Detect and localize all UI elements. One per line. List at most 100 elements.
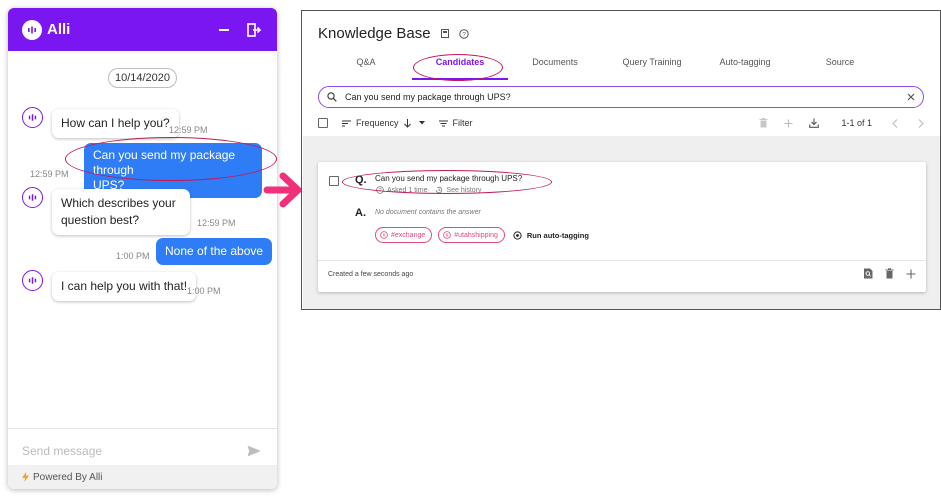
run-auto-tagging-button[interactable]: Run auto-tagging <box>513 231 589 240</box>
help-icon[interactable]: ? <box>458 28 469 39</box>
delete-button[interactable] <box>759 118 768 128</box>
filter-icon <box>438 120 448 126</box>
document-icon[interactable] <box>440 29 449 38</box>
page-title: Knowledge Base <box>318 25 431 42</box>
inspect-button[interactable] <box>863 268 873 279</box>
brand-name: Alli <box>47 21 71 38</box>
pagination-label: 1-1 of 1 <box>841 118 872 128</box>
svg-text:?: ? <box>378 188 381 194</box>
tab-bar: Q&A Candidates Documents Query Training … <box>302 57 940 80</box>
run-auto-tagging-label: Run auto-tagging <box>526 230 589 240</box>
message-timestamp: 12:59 PM <box>169 125 208 135</box>
answer-label: A. <box>355 207 366 219</box>
list-toolbar: Frequency Filter 1-1 of 1 <box>318 115 924 131</box>
created-info: Created a few seconds ago <box>328 271 413 278</box>
tab-candidates[interactable]: Candidates <box>418 57 502 67</box>
tag-icon: # <box>380 231 388 239</box>
tab-documents[interactable]: Documents <box>515 57 595 67</box>
card-checkbox[interactable] <box>329 176 339 186</box>
sort-icon <box>342 120 351 126</box>
trash-icon <box>885 268 894 279</box>
message-timestamp: 1:00 PM <box>187 286 221 296</box>
svg-text:#: # <box>383 233 386 239</box>
bot-message-line: Which describes your <box>61 196 176 210</box>
tab-query-training[interactable]: Query Training <box>607 57 697 67</box>
clear-search-button[interactable] <box>907 93 915 101</box>
svg-text:#: # <box>446 233 449 239</box>
svg-text:?: ? <box>462 31 466 38</box>
asked-count: Asked 1 time <box>387 186 428 194</box>
add-button[interactable] <box>784 119 793 128</box>
tab-source[interactable]: Source <box>800 57 880 67</box>
tab-qa[interactable]: Q&A <box>336 57 396 67</box>
chevron-right-icon <box>918 118 924 128</box>
answer-text: No document contains the answer <box>375 209 481 216</box>
bot-avatar-icon <box>22 187 43 208</box>
card-actions <box>851 268 916 279</box>
next-page-button[interactable] <box>918 118 924 128</box>
send-button[interactable] <box>245 442 263 460</box>
tag-chip[interactable]: # #utahshipping <box>438 227 505 243</box>
delete-card-button[interactable] <box>885 268 894 279</box>
download-icon <box>809 118 820 128</box>
message-input[interactable] <box>22 444 245 458</box>
chevron-left-icon <box>892 118 898 128</box>
select-all-checkbox[interactable] <box>318 118 328 128</box>
tag-label: #utahshipping <box>454 231 498 239</box>
alli-logo-icon <box>22 19 42 40</box>
question-meta: ? Asked 1 time See history <box>376 186 490 194</box>
created-label: Created <box>328 271 353 278</box>
tag-chip[interactable]: # #exchange <box>375 227 433 243</box>
question-label: Q. <box>355 174 367 186</box>
pointer-arrow-icon <box>263 172 302 208</box>
powered-by-label: Powered By Alli <box>33 471 103 483</box>
history-icon <box>436 186 443 194</box>
bot-avatar-icon <box>22 270 43 291</box>
minimize-button[interactable] <box>215 21 233 39</box>
plus-icon <box>784 119 793 127</box>
user-message: None of the above <box>156 238 273 265</box>
candidate-card: Q. Can you send my package through UPS? … <box>318 162 926 292</box>
add-card-button[interactable] <box>906 269 916 279</box>
bot-message-line: question best? <box>61 213 140 227</box>
user-message-line: Can you send my package through <box>93 148 236 177</box>
question-text: Can you send my package through UPS? <box>375 174 523 183</box>
bot-message: Which describes your question best? <box>52 189 190 235</box>
help-icon: ? <box>376 186 384 194</box>
minimize-icon <box>219 28 229 31</box>
search-bar <box>318 86 924 108</box>
see-history-link[interactable]: See history <box>435 186 482 194</box>
download-button[interactable] <box>809 118 820 128</box>
created-time: a few seconds ago <box>354 271 414 278</box>
knowledge-base-panel: Knowledge Base ? Q&A Candidates Document… <box>301 10 941 310</box>
bot-message: How can I help you? <box>52 109 179 138</box>
card-divider <box>318 260 926 261</box>
tab-auto-tagging[interactable]: Auto-tagging <box>702 57 788 67</box>
message-timestamp: 12:59 PM <box>30 169 69 179</box>
message-timestamp: 12:59 PM <box>197 218 236 228</box>
lightning-icon <box>22 472 29 482</box>
sort-dropdown[interactable]: Frequency <box>342 118 425 128</box>
search-input[interactable] <box>345 92 907 102</box>
date-divider: 10/14/2020 <box>108 68 177 88</box>
bot-message: I can help you with that! <box>52 272 197 301</box>
tag-icon: # <box>443 231 452 239</box>
tag-label: #exchange <box>391 231 426 239</box>
caret-down-icon <box>418 121 425 125</box>
close-icon <box>907 93 915 101</box>
sort-label: Frequency <box>356 118 399 128</box>
filter-label: Filter <box>452 118 473 128</box>
bot-avatar-icon <box>22 107 43 128</box>
filter-button[interactable]: Filter <box>438 118 473 128</box>
send-icon <box>247 445 261 457</box>
active-tab-indicator <box>412 78 508 80</box>
arrow-down-icon <box>403 118 411 128</box>
chat-widget: Alli 10/14/2020 How can I help you? 12:5… <box>8 8 277 489</box>
search-document-icon <box>864 268 873 279</box>
trash-icon <box>759 118 768 128</box>
auto-tag-icon <box>513 230 522 240</box>
exit-icon <box>247 22 261 37</box>
prev-page-button[interactable] <box>892 118 898 128</box>
see-history-label: See history <box>446 186 482 194</box>
exit-button[interactable] <box>245 21 263 39</box>
